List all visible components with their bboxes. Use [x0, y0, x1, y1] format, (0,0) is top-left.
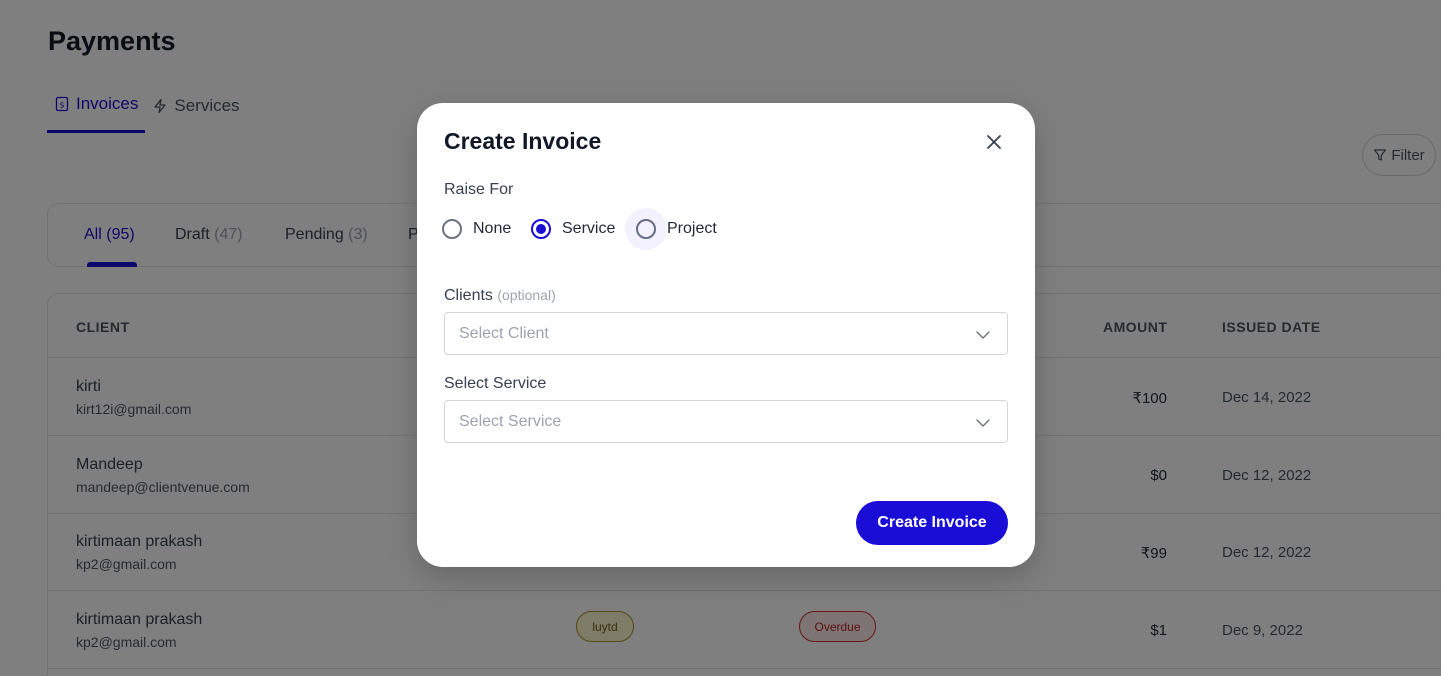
clients-label: Clients (optional) — [444, 287, 556, 305]
radio-service-label: Service — [562, 220, 616, 237]
close-button[interactable] — [983, 131, 1005, 153]
radio-none-circle[interactable] — [442, 219, 462, 239]
create-invoice-dialog: Create Invoice Raise For None Service Pr… — [417, 103, 1035, 567]
service-select[interactable]: Select Service — [444, 400, 1008, 443]
select-service-label: Select Service — [444, 375, 547, 392]
chevron-down-icon — [976, 419, 990, 427]
clients-label-text: Clients — [444, 287, 493, 304]
radio-project[interactable]: Project — [625, 208, 717, 250]
dialog-title: Create Invoice — [444, 128, 602, 154]
close-icon — [987, 135, 1001, 149]
radio-project-circle[interactable] — [625, 208, 667, 250]
service-select-placeholder: Select Service — [459, 413, 562, 430]
radio-service[interactable]: Service — [531, 217, 615, 241]
radio-none-label: None — [473, 220, 512, 237]
radio-service-circle[interactable] — [531, 219, 551, 239]
client-select[interactable]: Select Client — [444, 312, 1008, 355]
raise-for-label: Raise For — [444, 181, 514, 198]
clients-optional-hint: (optional) — [497, 287, 556, 303]
radio-none[interactable]: None — [442, 217, 511, 241]
create-invoice-button[interactable]: Create Invoice — [856, 501, 1008, 545]
chevron-down-icon — [976, 331, 990, 339]
radio-project-label: Project — [667, 220, 717, 237]
client-select-placeholder: Select Client — [459, 325, 549, 342]
